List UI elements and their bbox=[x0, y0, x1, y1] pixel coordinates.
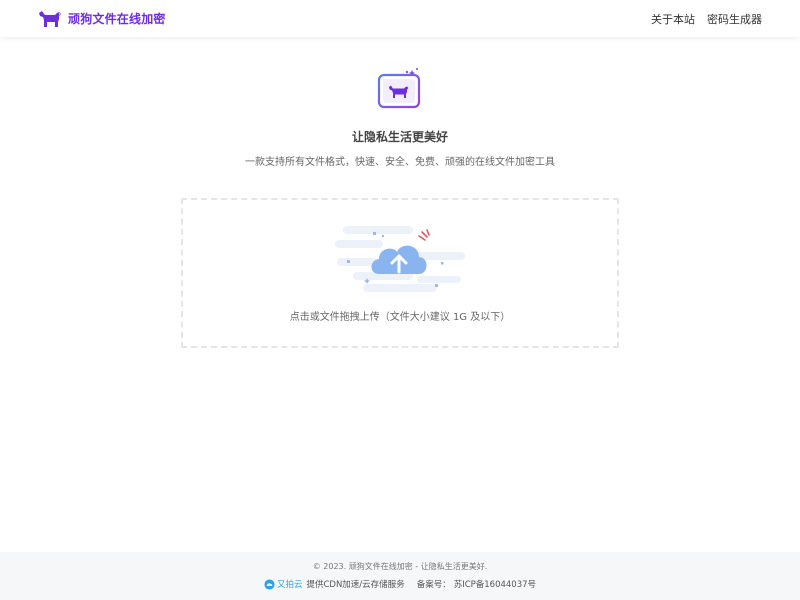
brand-home-link[interactable]: 顽狗文件在线加密 bbox=[38, 10, 166, 28]
page-footer: © 2023. 顽狗文件在线加密 - 让隐私生活更美好. 又拍云 提供CDN加速… bbox=[0, 552, 800, 600]
icp-number-link[interactable]: 苏ICP备16044037号 bbox=[454, 578, 536, 590]
hero-title: 让隐私生活更美好 bbox=[351, 130, 448, 144]
nav-password-generator-link[interactable]: 密码生成器 bbox=[707, 11, 762, 27]
brand-title: 顽狗文件在线加密 bbox=[68, 12, 166, 26]
copyright-text: © 2023. 顽狗文件在线加密 - 让隐私生活更美好. bbox=[312, 562, 488, 571]
file-upload-dropzone[interactable]: 点击或文件拖拽上传（文件大小建议 1G 及以下） bbox=[181, 198, 619, 348]
upyun-name: 又拍云 bbox=[276, 580, 303, 590]
cdn-service-text: 提供CDN加速/云存储服务 bbox=[306, 580, 405, 590]
footer-info-row: 又拍云 提供CDN加速/云存储服务 备案号： 苏ICP备16044037号 bbox=[0, 578, 800, 590]
upyun-cloud-icon bbox=[264, 578, 275, 590]
icp-group: 备案号： 苏ICP备16044037号 bbox=[417, 578, 536, 590]
hero-subtitle: 一款支持所有文件格式，快速、安全、免费、顽强的在线文件加密工具 bbox=[245, 157, 555, 168]
dog-icon bbox=[39, 10, 61, 27]
dog-frame-icon bbox=[377, 68, 421, 109]
upyun-link[interactable]: 又拍云 提供CDN加速/云存储服务 bbox=[264, 578, 405, 590]
top-nav: 关于本站 密码生成器 bbox=[651, 11, 762, 27]
top-header: 顽狗文件在线加密 关于本站 密码生成器 bbox=[0, 0, 800, 37]
icp-label: 备案号： bbox=[416, 580, 451, 590]
dropzone-hint: 点击或文件拖拽上传（文件大小建议 1G 及以下） bbox=[289, 312, 511, 323]
nav-about-link[interactable]: 关于本站 bbox=[651, 11, 695, 27]
cloud-upload-icon bbox=[335, 226, 465, 292]
upyun-logo: 又拍云 bbox=[264, 578, 303, 590]
